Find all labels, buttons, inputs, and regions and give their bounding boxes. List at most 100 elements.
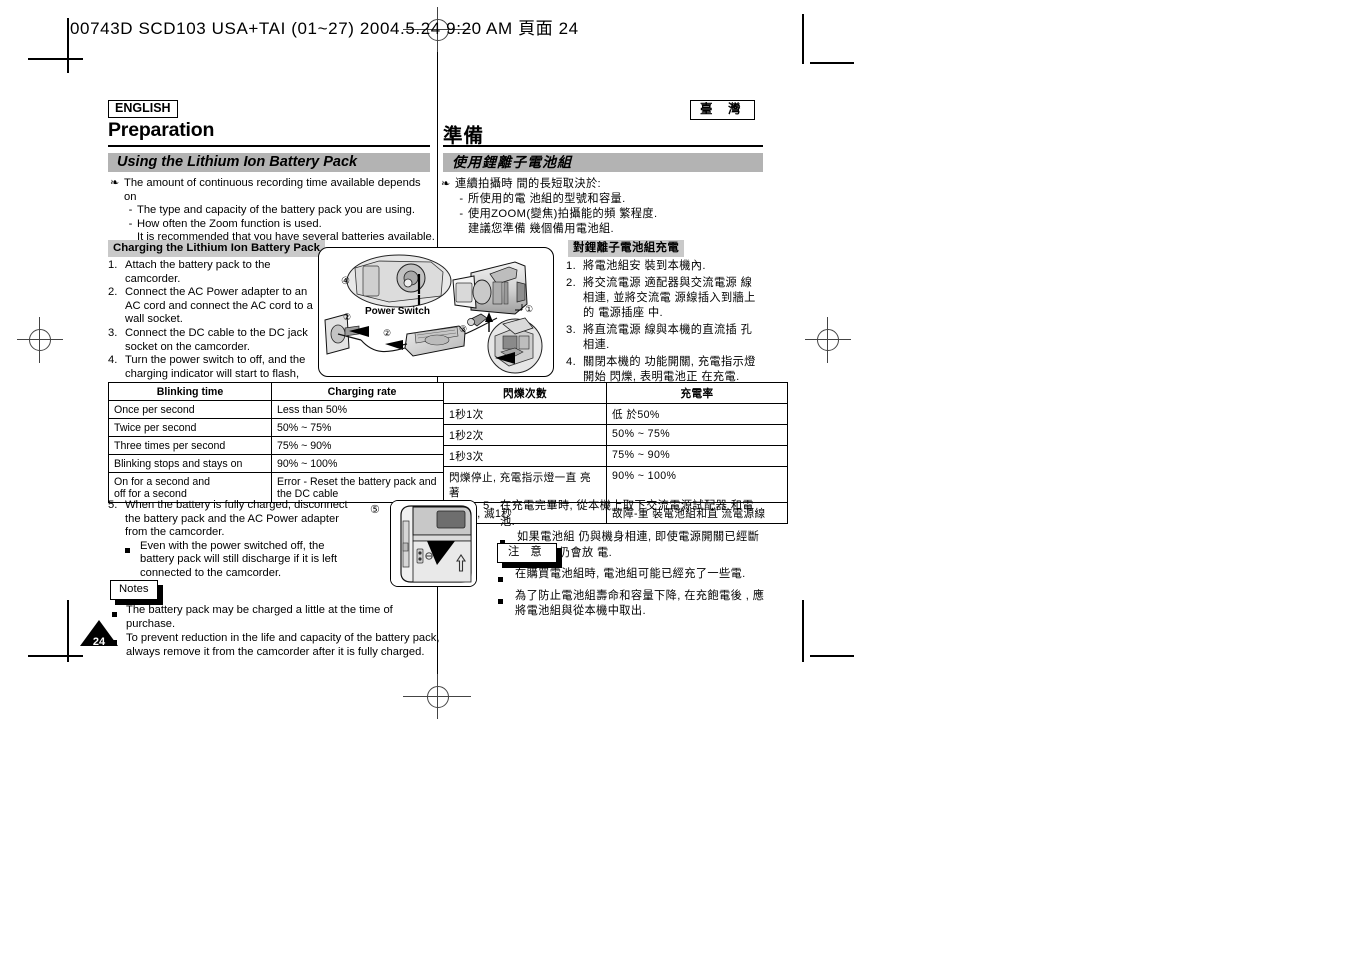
notes-tab-english: Notes [110, 580, 163, 605]
table-cell: Once per second [108, 400, 272, 419]
step-text: 將交流電源 適配器與交流電源 線相連, 並將交流電 源線插入到牆上的 電源插座 … [583, 277, 756, 319]
table-row: Once per second Less than 50% [108, 400, 453, 419]
svg-text:③: ③ [459, 324, 467, 334]
intro-list-chinese: ❧ 連續拍攝時 間的長短取決於: - 所使用的電 池組的型號和容量. - 使用Z… [441, 177, 766, 237]
charging-steps-english: 1. Attach the battery pack to the camcord… [108, 259, 313, 395]
list-item: 3. 將直流電源 線與本機的直流插 孔相連. [566, 323, 762, 353]
clover-bullet-icon: ❧ [110, 177, 120, 189]
step-number: 1. [566, 260, 577, 272]
manual-page: ENGLISH 臺 灣 Preparation 準備 Using the Lit… [0, 0, 1348, 954]
step-number: 2. [108, 286, 118, 299]
table-cell: 低 於50% [606, 403, 788, 425]
charging-steps-chinese: 1. 將電池組安 裝到本機內. 2. 將交流電源 適配器與交流電源 線相連, 並將交… [566, 259, 762, 385]
note-text: To prevent reduction in the life and cap… [126, 632, 440, 658]
table-header-cell: Charging rate [271, 382, 453, 401]
list-item: 為了防止電池組壽命和容量下降, 在充飽電後 , 應將電池組與從本機中取出. [498, 589, 766, 620]
clover-bullet-icon: ❧ [441, 178, 451, 190]
notes-tab-label: 注 意 [497, 543, 557, 563]
table-header-cell: 充電率 [606, 382, 788, 404]
table-row: On for a second and off for a second Erro… [108, 472, 453, 503]
step-text: 將電池組安 裝到本機內. [583, 260, 706, 272]
table-header-cell: 閃爍次數 [443, 382, 607, 404]
subsection-heading-chinese: 對鋰離子電池組充電 [568, 240, 685, 257]
list-item: 5. 在充電完畢時, 從本機上取下交流電源試配器 和電池. [483, 499, 765, 530]
language-badge-taiwan: 臺 灣 [690, 100, 756, 120]
table-cell: Less than 50% [271, 400, 453, 419]
table-header-cell: Blinking time [108, 382, 272, 401]
svg-text:Power Switch: Power Switch [365, 306, 430, 317]
language-badge-english: ENGLISH [108, 100, 178, 118]
table-cell: 50% ~ 75% [271, 418, 453, 437]
intro-note-text: 建議您準備 幾個備用電池組. [468, 223, 615, 235]
step-number: 5. [108, 499, 118, 511]
step-number: 2. [566, 277, 577, 289]
table-cell: 50% ~ 75% [606, 424, 788, 446]
note-text: The battery pack may be charged a little… [126, 604, 393, 630]
intro-list-english: ❧ The amount of continuous recording tim… [110, 177, 435, 245]
page-number-text: 24 [92, 636, 106, 648]
step5-callout-number: ⑤ [370, 504, 380, 516]
table-cell: 90% ~ 100% [606, 466, 788, 503]
table-row: Blinking stops and stays on 90% ~ 100% [108, 454, 453, 473]
header-rule-right [443, 145, 763, 148]
notes-tab-label: Notes [110, 580, 158, 600]
intro-lead-text: The amount of continuous recording time … [124, 177, 421, 203]
step-number: 1. [108, 259, 118, 271]
table-row: Twice per second 50% ~ 75% [108, 418, 453, 437]
step-number: 3. [108, 326, 118, 339]
intro-item-text: How often the Zoom function is used. [137, 217, 322, 230]
list-item: To prevent reduction in the life and cap… [112, 632, 442, 659]
table-header-row: Blinking time Charging rate [108, 382, 453, 401]
intro-item-row: - How often the Zoom function is used. [110, 218, 435, 232]
step-text: Connect the DC cable to the DC jack sock… [125, 326, 308, 353]
step-text: 將直流電源 線與本機的直流插 孔相連. [583, 324, 753, 351]
svg-text:①: ① [525, 304, 533, 314]
intro-item-text: 使用ZOOM(變焦)拍攝能的頻 繁程度. [468, 208, 658, 220]
table-cell: Blinking stops and stays on [108, 454, 272, 473]
list-item: 3. Connect the DC cable to the DC jack so… [108, 327, 313, 354]
step-text: 關閉本機的 功能開關, 充電指示燈 開始 閃爍, 表明電池正 在充電. [583, 356, 756, 383]
square-bullet-icon [498, 567, 515, 588]
list-item: 5. When the battery is fully charged, di… [108, 499, 353, 540]
intro-item-row: - 所使用的電 池組的型號和容量. [441, 192, 766, 207]
step-text: 在充電完畢時, 從本機上取下交流電源試配器 和電池. [500, 500, 754, 528]
list-item: 在購買電池組時, 電池組可能已經充了一些電. [498, 567, 766, 588]
notes-list-chinese: 在購買電池組時, 電池組可能已經充了一些電. 為了防止電池組壽命和容量下降, 在… [498, 567, 766, 620]
step-text: Connect the AC Power adapter to an AC co… [125, 286, 313, 326]
step-bullet-text: Even with the power switched off, the ba… [140, 539, 338, 579]
table-cell: 1秒2次 [443, 424, 607, 446]
table-cell: 75% ~ 90% [271, 436, 453, 455]
table-row: Three times per second 75% ~ 90% [108, 436, 453, 455]
table-row: 1秒1次低 於50% [443, 403, 788, 425]
dash-bullet-icon: - [128, 204, 133, 217]
table-row: 1秒3次 75% ~ 90% [443, 445, 788, 467]
intro-item-row: - 使用ZOOM(變焦)拍攝能的頻 繁程度. [441, 207, 766, 222]
illustration-svg [391, 501, 476, 586]
table-cell: 1秒3次 [443, 445, 607, 467]
table-cell: 75% ~ 90% [606, 445, 788, 467]
header-rule-left [108, 145, 430, 148]
list-item: 2. Connect the AC Power adapter to an AC … [108, 286, 313, 327]
list-item: The battery pack may be charged a little… [112, 604, 442, 631]
table-row: 閃爍停止, 充電指示燈一直 亮著 90% ~ 100% [443, 466, 788, 503]
table-cell: 閃爍停止, 充電指示燈一直 亮著 [443, 466, 607, 503]
step-number: 4. [566, 356, 577, 368]
table-cell: Twice per second [108, 418, 272, 437]
notes-list-english: The battery pack may be charged a little… [112, 604, 442, 659]
dash-bullet-icon: - [459, 208, 464, 220]
table-cell: On for a second and off for a second [108, 472, 272, 503]
list-item: Even with the power switched off, the ba… [108, 540, 353, 581]
step-number: 5. [483, 500, 494, 512]
list-item: 2. 將交流電源 適配器與交流電源 線相連, 並將交流電 源線插入到牆上的 電源插… [566, 276, 762, 321]
intro-item-text: The type and capacity of the battery pac… [137, 204, 415, 217]
page-title-chinese: 準備 [443, 125, 485, 147]
table-cell: 90% ~ 100% [271, 454, 453, 473]
table-cell: Error - Reset the battery pack and the D… [271, 472, 453, 503]
subsection-heading-english: Charging the Lithium Ion Battery Pack [108, 240, 325, 257]
table-header-row: 閃爍次數 充電率 [443, 382, 788, 404]
table-cell: 1秒1次 [443, 403, 607, 425]
svg-text:②: ② [343, 312, 351, 322]
charging-rate-table-english: Blinking time Charging rate Once per sec… [108, 382, 453, 503]
section-heading-english: Using the Lithium Ion Battery Pack [108, 153, 430, 172]
step-number: 3. [566, 324, 577, 336]
